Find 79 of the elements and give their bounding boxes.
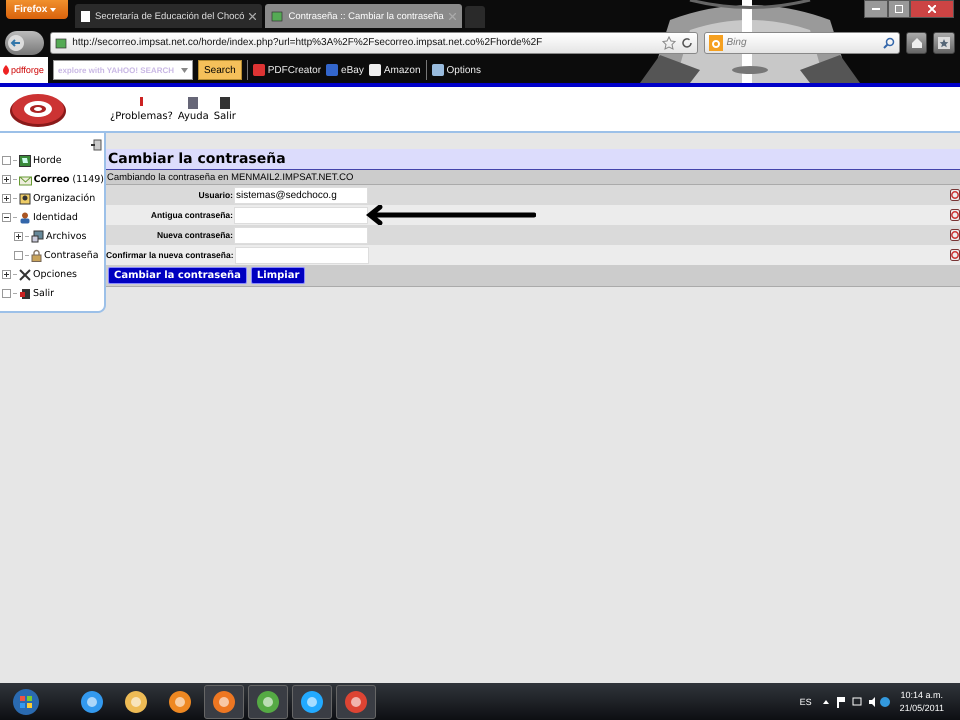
bookmark-link[interactable]: eBay xyxy=(326,64,364,76)
bing-logo-icon xyxy=(708,34,723,50)
taskbar-app-button[interactable] xyxy=(292,684,332,718)
sidebar-item[interactable]: Contraseña xyxy=(44,250,99,261)
reset-button[interactable]: Limpiar xyxy=(250,267,306,284)
bookmark-icon xyxy=(326,64,338,76)
bookmark-icon xyxy=(252,64,265,76)
expand-toggle[interactable] xyxy=(14,232,23,241)
input-field[interactable] xyxy=(234,246,369,264)
bookmark-link[interactable]: PDFCreator xyxy=(252,64,322,76)
clock[interactable]: 10:14 a.m. 21/05/2011 xyxy=(900,690,944,713)
dropdown-caret-icon xyxy=(181,68,188,72)
tree-node-box xyxy=(14,251,23,260)
field-label: Antigua contraseña: xyxy=(150,210,234,220)
page-title: Cambiar la contraseña xyxy=(106,149,960,170)
help-icon[interactable] xyxy=(950,229,960,241)
sidebar-item[interactable]: Horde xyxy=(33,155,62,166)
expand-toggle[interactable] xyxy=(2,175,11,184)
star-icon[interactable] xyxy=(662,36,676,50)
envelope-icon xyxy=(18,174,32,186)
language-indicator[interactable]: ES xyxy=(800,696,812,706)
bookmark-link[interactable]: Amazon xyxy=(368,64,421,76)
sidebar-item[interactable]: Correo (1149) xyxy=(34,174,104,185)
address-bar[interactable]: http://secorreo.impsat.net.co/horde/index.php?url=http%3A%2F%2Fsecorreo.impsat.net.co%2Fhorde%2F xyxy=(50,32,698,54)
search-icon[interactable] xyxy=(882,36,895,48)
bookmark-icon xyxy=(368,64,381,76)
sidebar-item[interactable]: Organización xyxy=(33,193,96,204)
sidebar-item[interactable]: Archivos xyxy=(46,231,86,242)
person-icon xyxy=(19,212,31,224)
field-label: Usuario: xyxy=(198,190,234,200)
star-icon xyxy=(938,36,950,48)
input-field[interactable] xyxy=(234,226,368,244)
caret-icon xyxy=(50,8,56,12)
tray-icons[interactable] xyxy=(820,696,891,708)
input-field[interactable] xyxy=(234,206,368,224)
close-window-button[interactable] xyxy=(910,0,954,18)
taskbar-app-button[interactable] xyxy=(248,684,288,718)
submit-button[interactable]: Cambiar la contraseña xyxy=(108,267,247,284)
input-field[interactable]: sistemas@sedchoco.g xyxy=(234,186,368,204)
sidebar-item[interactable]: Opciones xyxy=(33,269,77,280)
taskbar-app-button[interactable] xyxy=(336,684,376,718)
browser-tab[interactable]: Secretaría de Educación del Chocó xyxy=(75,4,262,28)
collapse-sidebar-icon[interactable] xyxy=(91,139,102,151)
sidebar-item[interactable]: Identidad xyxy=(33,212,78,223)
bookmarks-button[interactable] xyxy=(933,32,955,54)
home-icon xyxy=(910,36,923,48)
search-field[interactable]: Bing xyxy=(704,32,900,54)
home-button[interactable] xyxy=(906,32,928,54)
pdfforge-logo[interactable]: pdfforge xyxy=(0,57,48,83)
flame-icon xyxy=(2,65,10,75)
page-icon xyxy=(81,10,90,22)
page-subtitle: Cambiando la contraseña en MENMAIL2.IMPSAT.NET.CO xyxy=(106,170,960,185)
sidebar-item[interactable]: Salir xyxy=(33,288,54,299)
bookmark-icon xyxy=(432,64,444,76)
help-icon[interactable] xyxy=(950,189,960,201)
back-button[interactable] xyxy=(5,30,44,54)
field-label: Confirmar la nueva contraseña: xyxy=(106,250,235,260)
header-menu-link[interactable]: Salir xyxy=(214,96,236,122)
restore-button[interactable] xyxy=(888,0,910,18)
close-icon xyxy=(928,5,936,13)
computer-icon xyxy=(31,230,44,243)
reload-icon[interactable] xyxy=(680,36,693,48)
bookmark-link[interactable]: Options xyxy=(432,64,481,76)
close-tab-icon[interactable] xyxy=(249,12,256,20)
expand-toggle[interactable] xyxy=(2,270,11,279)
collapse-toggle[interactable] xyxy=(2,213,11,222)
field-label: Nueva contraseña: xyxy=(156,230,234,240)
windows-logo-icon xyxy=(12,688,40,716)
search-button[interactable]: Search xyxy=(198,60,242,80)
help-icon[interactable] xyxy=(950,209,960,221)
minimize-icon xyxy=(872,8,880,10)
restore-icon xyxy=(895,5,903,13)
taskbar-app-button[interactable] xyxy=(204,684,244,718)
help-icon[interactable] xyxy=(950,249,960,261)
expand-toggle[interactable] xyxy=(2,194,11,203)
header-menu-link[interactable]: Ayuda xyxy=(178,96,209,122)
header-menu-link[interactable]: ¿Problemas? xyxy=(110,96,173,122)
minimize-button[interactable] xyxy=(864,0,888,18)
padlock-icon xyxy=(31,249,42,262)
